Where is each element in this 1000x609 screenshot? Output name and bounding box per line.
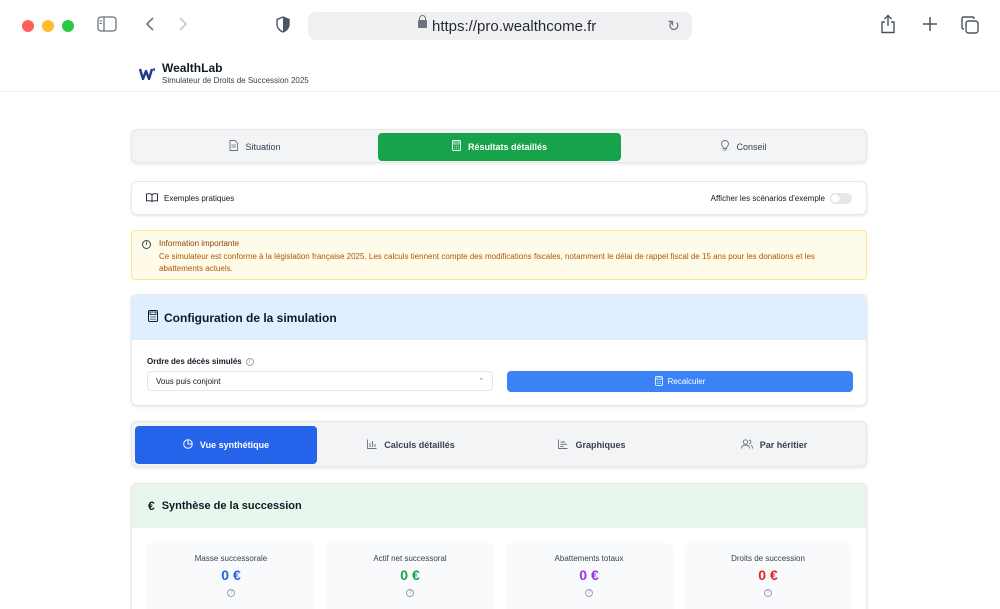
info-title: Information importante	[159, 239, 240, 248]
tab-vue-synthetique[interactable]: Vue synthétique	[135, 426, 317, 464]
tab-par-heritier-label: Par héritier	[759, 440, 808, 450]
lightbulb-icon	[721, 140, 730, 154]
stat-value: 0 €	[758, 567, 778, 583]
pie-chart-icon	[183, 438, 193, 452]
wealthlab-logo	[138, 66, 156, 84]
stat-actif-net: Actif net successoral 0 € ?	[326, 543, 494, 609]
tab-overview-icon[interactable]	[961, 16, 979, 37]
address-bar[interactable]: https://pro.wealthcome.fr ↻	[308, 12, 692, 40]
euro-icon: €	[148, 499, 155, 513]
close-window-button[interactable]	[22, 20, 34, 32]
stat-label: Droits de succession	[731, 554, 805, 563]
recalculate-label: Recalculer	[667, 377, 706, 386]
tab-situation[interactable]: Situation	[135, 133, 375, 161]
back-icon[interactable]	[145, 16, 155, 35]
browser-toolbar: https://pro.wealthcome.fr ↻	[0, 0, 1000, 52]
synthesis-card: € Synthèse de la succession Masse succes…	[131, 483, 867, 609]
info-banner: i Information importante Ce simulateur e…	[131, 230, 867, 280]
stat-value: 0 €	[400, 567, 420, 583]
minimize-window-button[interactable]	[42, 20, 54, 32]
config-title: Configuration de la simulation	[164, 310, 337, 325]
brand-title: WealthLab	[162, 61, 223, 75]
zoom-window-button[interactable]	[62, 20, 74, 32]
config-card: Configuration de la simulation Ordre des…	[131, 294, 867, 406]
examples-bar: Exemples pratiques Afficher les scénario…	[131, 181, 867, 215]
chart-icon	[558, 439, 568, 452]
url-text: https://pro.wealthcome.fr	[432, 18, 597, 35]
example-scenarios-toggle[interactable]	[830, 193, 852, 204]
tab-calculs-label: Calculs détaillés	[384, 440, 455, 450]
help-icon[interactable]: i	[245, 357, 254, 366]
stat-abattements: Abattements totaux 0 € ?	[505, 543, 673, 609]
tab-graphiques-label: Graphiques	[575, 440, 626, 450]
brand-subtitle: Simulateur de Droits de Succession 2025	[162, 76, 309, 85]
shield-icon[interactable]	[276, 16, 290, 36]
config-header: Configuration de la simulation	[132, 295, 866, 340]
tab-vue-synthetique-label: Vue synthétique	[199, 440, 270, 450]
stat-value: 0 €	[579, 567, 599, 583]
users-icon	[740, 438, 753, 452]
sidebar-icon[interactable]	[97, 16, 117, 35]
info-icon: i	[142, 240, 151, 249]
tab-resultats-detailles[interactable]: Résultats détaillés	[378, 133, 621, 161]
synthesis-header: € Synthèse de la succession	[132, 484, 866, 528]
calculator-icon	[452, 140, 461, 154]
toggle-label: Afficher les scénarios d'exemple	[710, 194, 825, 203]
calculator-icon	[654, 375, 663, 388]
stat-droits-succession: Droits de succession 0 € ?	[684, 543, 852, 609]
stat-label: Masse successorale	[194, 554, 268, 563]
stat-masse-successorale: Masse successorale 0 € ?	[147, 543, 315, 609]
death-order-value: Vous puis conjoint	[156, 377, 221, 386]
help-icon[interactable]: ?	[406, 589, 414, 597]
calculator-icon	[148, 310, 158, 325]
info-message: Ce simulateur est conforme à la législat…	[159, 252, 815, 273]
lock-icon	[418, 15, 427, 28]
new-tab-icon[interactable]	[921, 15, 939, 36]
help-icon[interactable]: ?	[764, 589, 772, 597]
forward-icon[interactable]	[178, 16, 188, 35]
tab-par-heritier[interactable]: Par héritier	[683, 426, 865, 464]
stat-value: 0 €	[221, 567, 241, 583]
recalculate-button[interactable]: Recalculer	[507, 371, 853, 392]
tab-graphiques[interactable]: Graphiques	[501, 426, 683, 464]
death-order-select[interactable]: Vous puis conjoint ⌃	[147, 371, 493, 391]
tab-calculs-detailles[interactable]: Calculs détaillés	[320, 426, 502, 464]
tab-conseil[interactable]: Conseil	[624, 133, 864, 161]
stat-label: Abattements totaux	[554, 554, 624, 563]
help-icon[interactable]: ?	[585, 589, 593, 597]
app-header: WealthLab Simulateur de Droits de Succes…	[0, 52, 1000, 92]
stat-label: Actif net successoral	[373, 554, 447, 563]
examples-label: Exemples pratiques	[164, 194, 235, 203]
synthesis-title: Synthèse de la succession	[161, 500, 302, 512]
tab-resultats-label: Résultats détaillés	[467, 142, 548, 152]
chevron-updown-icon: ⌃	[478, 378, 484, 385]
reload-icon[interactable]: ↻	[667, 17, 680, 35]
document-icon	[229, 140, 239, 154]
tab-conseil-label: Conseil	[736, 142, 767, 152]
share-icon[interactable]	[880, 14, 896, 37]
main-tabs: Situation Résultats détaillés Conseil	[131, 129, 867, 163]
help-icon[interactable]: ?	[227, 589, 235, 597]
bar-chart-icon	[367, 439, 377, 452]
order-label: Ordre des décès simulés	[147, 357, 242, 366]
tab-situation-label: Situation	[245, 142, 281, 152]
book-icon	[146, 193, 158, 204]
view-tabs: Vue synthétique Calculs détaillés Graphi…	[131, 421, 867, 467]
